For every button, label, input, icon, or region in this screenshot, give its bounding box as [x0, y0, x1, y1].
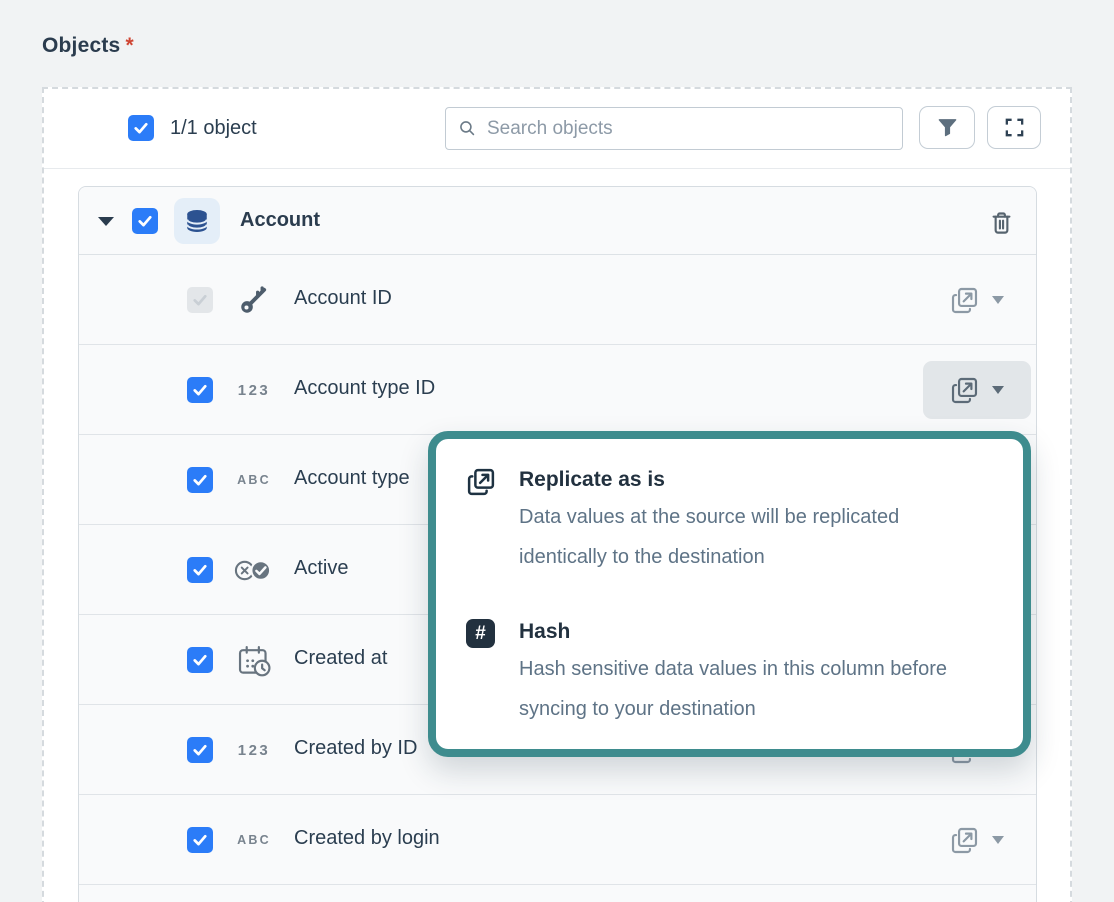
chevron-down-icon	[992, 836, 1004, 844]
search-box	[445, 107, 903, 150]
field-label: Created at	[294, 647, 387, 670]
object-checkbox[interactable]	[132, 208, 158, 234]
replicate-icon	[466, 467, 496, 497]
hash-icon: #	[466, 619, 495, 648]
transform-dropdown[interactable]	[923, 271, 1031, 329]
trash-icon	[988, 209, 1015, 236]
check-icon	[132, 119, 150, 137]
check-icon	[191, 471, 209, 489]
chevron-down-icon	[992, 386, 1004, 394]
menu-option-icon: #	[466, 617, 496, 729]
delete-object-button[interactable]	[985, 206, 1017, 238]
timestamp-type-icon	[219, 643, 289, 677]
field-checkbox[interactable]	[187, 827, 213, 853]
menu-option-title: Replicate as is	[519, 465, 944, 495]
transform-dropdown[interactable]	[923, 811, 1031, 869]
search-icon	[458, 119, 477, 138]
check-icon	[136, 212, 154, 230]
required-asterisk: *	[125, 34, 133, 57]
field-row-account-type-id: 123 Account type ID	[79, 345, 1036, 435]
field-checkbox[interactable]	[187, 647, 213, 673]
search-input[interactable]	[487, 118, 890, 140]
selection-summary: 1/1 object	[170, 117, 257, 140]
expand-button[interactable]	[987, 106, 1041, 149]
field-checkbox[interactable]	[187, 377, 213, 403]
check-icon	[191, 561, 209, 579]
field-row-created-by-login: ABC Created by login	[79, 795, 1036, 885]
primary-key-icon	[219, 283, 289, 317]
select-all-checkbox[interactable]	[128, 115, 154, 141]
boolean-type-icon	[219, 553, 289, 587]
check-icon	[191, 291, 209, 309]
check-icon	[191, 381, 209, 399]
field-label: Active	[294, 557, 348, 580]
replicate-icon	[950, 376, 979, 405]
filter-icon	[936, 116, 959, 139]
replicate-icon	[950, 826, 979, 855]
field-checkbox[interactable]	[187, 557, 213, 583]
text-type-icon: ABC	[219, 823, 289, 857]
replicate-icon	[950, 286, 979, 315]
chevron-down-icon	[992, 296, 1004, 304]
filter-button[interactable]	[919, 106, 975, 149]
check-icon	[191, 831, 209, 849]
toolbar-divider	[44, 168, 1070, 169]
menu-option-icon	[466, 465, 496, 577]
menu-option-title: Hash	[519, 617, 964, 647]
menu-option-replicate-as-is[interactable]: Replicate as is Data values at the sourc…	[466, 465, 993, 577]
field-label: Created by login	[294, 827, 440, 850]
database-icon	[174, 198, 220, 244]
expand-icon	[1003, 116, 1026, 139]
page-title: Objects*	[42, 34, 134, 58]
field-label: Account type ID	[294, 377, 435, 400]
transform-dropdown[interactable]	[923, 361, 1031, 419]
object-row-account: Account	[79, 187, 1036, 255]
check-icon	[191, 651, 209, 669]
page-title-text: Objects	[42, 34, 120, 57]
menu-option-description: Data values at the source will be replic…	[519, 497, 944, 577]
number-type-icon: 123	[219, 733, 289, 767]
number-type-icon: 123	[219, 373, 289, 407]
field-label: Created by ID	[294, 737, 417, 760]
collapse-caret-icon[interactable]	[98, 217, 114, 226]
field-label: Account ID	[294, 287, 392, 310]
field-row-account-id: Account ID	[79, 255, 1036, 345]
object-name: Account	[240, 209, 320, 232]
field-checkbox[interactable]	[187, 287, 213, 313]
check-icon	[191, 741, 209, 759]
field-label: Account type	[294, 467, 410, 490]
transform-menu: Replicate as is Data values at the sourc…	[428, 431, 1031, 757]
field-checkbox[interactable]	[187, 737, 213, 763]
objects-screen: Objects* 1/1 object Account	[0, 0, 1114, 902]
text-type-icon: ABC	[219, 463, 289, 497]
menu-option-hash[interactable]: # Hash Hash sensitive data values in thi…	[466, 617, 993, 729]
field-checkbox[interactable]	[187, 467, 213, 493]
menu-option-description: Hash sensitive data values in this colum…	[519, 649, 964, 729]
